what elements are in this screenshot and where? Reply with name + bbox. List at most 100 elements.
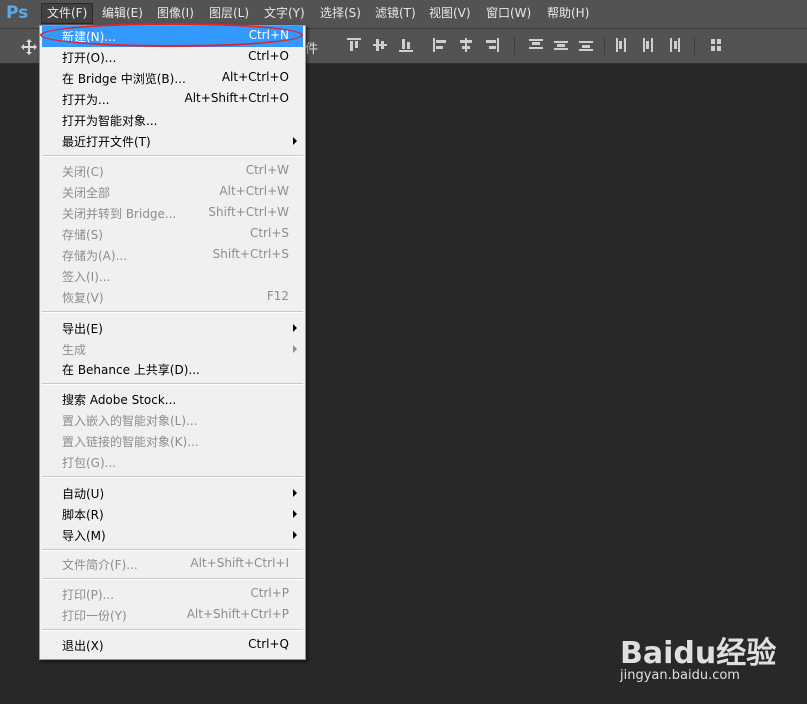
menu-item-label: 最近打开文件(T) — [62, 135, 151, 149]
menu-item-export[interactable]: 导出(E) — [42, 318, 303, 339]
menu-item-label: 打印(P)... — [62, 588, 115, 602]
menu-filter[interactable]: 滤镜(T) — [370, 4, 421, 23]
align-right-icon[interactable] — [484, 37, 500, 53]
menu-item-open[interactable]: 打开(O)... Ctrl+O — [42, 47, 303, 68]
align-hcenter-icon[interactable] — [458, 37, 474, 53]
align-left-icon[interactable] — [432, 37, 448, 53]
menu-item-shortcut: Ctrl+O — [248, 49, 289, 63]
menu-separator — [42, 476, 303, 478]
menu-item-print[interactable]: 打印(P)... Ctrl+P — [42, 584, 303, 605]
menu-item-label: 搜索 Adobe Stock... — [62, 393, 177, 407]
menu-item-shortcut: Alt+Ctrl+W — [219, 184, 289, 198]
menu-item-shortcut: Ctrl+S — [249, 226, 289, 240]
auto-align-icon[interactable] — [708, 37, 724, 53]
menu-item-new[interactable]: 新建(N)... Ctrl+N — [42, 26, 303, 47]
menu-item-file-info[interactable]: 文件简介(F)... Alt+Shift+Ctrl+I — [42, 554, 303, 575]
menu-item-place-embedded[interactable]: 置入嵌入的智能对象(L)... — [42, 410, 303, 431]
menu-separator — [42, 383, 303, 385]
distribute-top-icon[interactable] — [528, 37, 544, 53]
move-tool-icon[interactable] — [20, 38, 38, 56]
menu-item-label: 导入(M) — [62, 529, 106, 543]
submenu-arrow-icon — [293, 489, 297, 497]
menu-item-label: 关闭并转到 Bridge... — [62, 207, 177, 221]
menu-item-shortcut: Alt+Shift+Ctrl+I — [190, 556, 289, 570]
menu-item-label: 打开为智能对象... — [62, 114, 158, 128]
menu-item-label: 存储为(A)... — [62, 249, 128, 263]
menu-item-search-adobe-stock[interactable]: 搜索 Adobe Stock... — [42, 389, 303, 410]
menu-item-label: 脚本(R) — [62, 508, 104, 522]
menu-separator — [42, 549, 303, 551]
menu-item-print-one-copy[interactable]: 打印一份(Y) Alt+Shift+Ctrl+P — [42, 605, 303, 626]
align-bottom-icon[interactable] — [398, 37, 414, 53]
menu-item-label: 在 Behance 上共享(D)... — [62, 363, 200, 377]
align-vcenter-icon[interactable] — [372, 37, 388, 53]
menu-item-label: 打开(O)... — [62, 51, 117, 65]
menu-item-exit[interactable]: 退出(X) Ctrl+Q — [42, 635, 303, 656]
submenu-arrow-icon — [293, 345, 297, 353]
menu-window[interactable]: 窗口(W) — [481, 4, 536, 23]
menu-item-scripts[interactable]: 脚本(R) — [42, 504, 303, 525]
menu-select[interactable]: 选择(S) — [315, 4, 366, 23]
menu-item-label: 置入嵌入的智能对象(L)... — [62, 414, 198, 428]
distribute-vcenter-icon[interactable] — [553, 37, 569, 53]
menu-help[interactable]: 帮助(H) — [542, 4, 594, 23]
menu-item-close[interactable]: 关闭(C) Ctrl+W — [42, 161, 303, 182]
menu-item-shortcut: Alt+Shift+Ctrl+P — [186, 607, 289, 621]
menu-item-recent-files[interactable]: 最近打开文件(T) — [42, 131, 303, 152]
menu-item-label: 打包(G)... — [62, 456, 117, 470]
menu-separator — [42, 578, 303, 580]
options-divider — [604, 37, 605, 55]
menu-item-shortcut: Shift+Ctrl+W — [208, 205, 289, 219]
menu-item-browse-bridge[interactable]: 在 Bridge 中浏览(B)... Alt+Ctrl+O — [42, 68, 303, 89]
menu-item-generate[interactable]: 生成 — [42, 339, 303, 360]
menu-item-label: 关闭(C) — [62, 165, 104, 179]
distribute-hcenter-icon[interactable] — [640, 37, 656, 53]
menu-item-close-all[interactable]: 关闭全部 Alt+Ctrl+W — [42, 182, 303, 203]
menu-item-share-behance[interactable]: 在 Behance 上共享(D)... — [42, 359, 303, 380]
menu-item-place-linked[interactable]: 置入链接的智能对象(K)... — [42, 431, 303, 452]
baidu-watermark: Baidu经验 jingyan.baidu.com — [620, 620, 776, 690]
menu-item-import[interactable]: 导入(M) — [42, 525, 303, 546]
menu-item-close-go-bridge[interactable]: 关闭并转到 Bridge... Shift+Ctrl+W — [42, 203, 303, 224]
photoshop-logo: Ps — [6, 3, 29, 23]
menu-item-shortcut: Ctrl+Q — [248, 637, 289, 651]
align-top-icon[interactable] — [346, 37, 362, 53]
menu-item-label: 打开为... — [62, 93, 110, 107]
menu-image[interactable]: 图像(I) — [152, 4, 199, 23]
submenu-arrow-icon — [293, 531, 297, 539]
menu-file[interactable]: 文件(F) — [41, 3, 94, 24]
menu-item-label: 打印一份(Y) — [62, 609, 127, 623]
menu-view[interactable]: 视图(V) — [424, 4, 476, 23]
menu-item-label: 签入(I)... — [62, 270, 111, 284]
menu-separator — [42, 311, 303, 313]
menu-item-check-in[interactable]: 签入(I)... — [42, 266, 303, 287]
menu-item-open-smart-object[interactable]: 打开为智能对象... — [42, 110, 303, 131]
menu-item-shortcut: Ctrl+N — [248, 28, 289, 42]
menu-item-open-as[interactable]: 打开为... Alt+Shift+Ctrl+O — [42, 89, 303, 110]
menu-layer[interactable]: 图层(L) — [204, 4, 254, 23]
menu-item-save-as[interactable]: 存储为(A)... Shift+Ctrl+S — [42, 245, 303, 266]
menu-type[interactable]: 文字(Y) — [259, 4, 310, 23]
menu-item-shortcut: Alt+Shift+Ctrl+O — [184, 91, 289, 105]
menu-item-label: 文件简介(F)... — [62, 558, 138, 572]
distribute-left-icon[interactable] — [614, 37, 630, 53]
distribute-bottom-icon[interactable] — [578, 37, 594, 53]
submenu-arrow-icon — [293, 137, 297, 145]
menu-item-label: 生成 — [62, 343, 87, 357]
menu-item-label: 在 Bridge 中浏览(B)... — [62, 72, 186, 86]
menu-item-label: 退出(X) — [62, 639, 104, 653]
menu-item-shortcut: Shift+Ctrl+S — [212, 247, 289, 261]
options-divider — [514, 37, 515, 55]
distribute-right-icon[interactable] — [666, 37, 682, 53]
menu-item-save[interactable]: 存储(S) Ctrl+S — [42, 224, 303, 245]
menu-item-revert[interactable]: 恢复(V) F12 — [42, 287, 303, 308]
menu-edit[interactable]: 编辑(E) — [97, 4, 148, 23]
menu-item-label: 导出(E) — [62, 322, 103, 336]
menu-item-automate[interactable]: 自动(U) — [42, 483, 303, 504]
menu-item-label: 自动(U) — [62, 487, 105, 501]
menu-item-label: 置入链接的智能对象(K)... — [62, 435, 199, 449]
menu-item-label: 关闭全部 — [62, 186, 111, 200]
menu-item-package[interactable]: 打包(G)... — [42, 452, 303, 473]
options-partial-label: 件 — [305, 42, 319, 57]
submenu-arrow-icon — [293, 324, 297, 332]
